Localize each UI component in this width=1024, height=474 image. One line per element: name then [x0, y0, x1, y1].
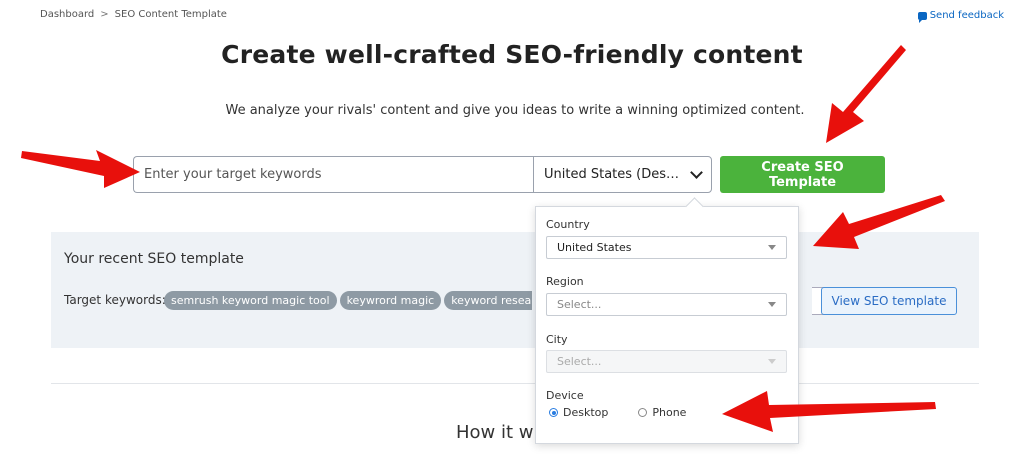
page-subtitle: We analyze your rivals' content and give…	[225, 103, 805, 118]
keyword-tag: keywrord magic	[339, 291, 442, 310]
country-dropdown-value: United States	[557, 241, 632, 254]
device-phone-label: Phone	[652, 406, 687, 419]
view-seo-template-button[interactable]: View SEO template	[821, 287, 957, 315]
keywords-input[interactable]	[133, 156, 533, 193]
city-dropdown-placeholder: Select...	[557, 355, 602, 368]
country-select-value: United States (Des…	[544, 167, 680, 182]
target-keywords-label: Target keywords:	[64, 293, 166, 307]
create-seo-template-button[interactable]: Create SEO Template	[720, 156, 885, 193]
device-desktop-label: Desktop	[563, 406, 609, 419]
section-divider	[51, 383, 979, 384]
recent-template-panel: Your recent SEO template Target keywords…	[51, 232, 979, 348]
keyword-tags: semrush keyword magic tool keywrord magi…	[164, 291, 533, 310]
city-label: City	[546, 333, 568, 346]
country-select[interactable]: United States (Des…	[533, 156, 712, 193]
country-label: Country	[546, 218, 590, 231]
page-title: Create well-crafted SEO-friendly content	[221, 40, 803, 69]
region-label: Region	[546, 275, 584, 288]
recent-template-title: Your recent SEO template	[64, 251, 244, 267]
chevron-down-icon	[690, 166, 703, 179]
radio-checked-icon	[549, 408, 558, 417]
caret-down-icon	[768, 302, 776, 307]
breadcrumb: Dashboard > SEO Content Template	[40, 9, 227, 20]
device-label: Device	[546, 389, 584, 402]
keyword-tag: semrush keyword magic tool	[164, 291, 337, 310]
region-dropdown-placeholder: Select...	[557, 298, 602, 311]
radio-unchecked-icon	[638, 408, 648, 417]
breadcrumb-current: SEO Content Template	[114, 9, 227, 20]
caret-down-icon	[768, 359, 776, 364]
device-radio-group: Desktop Phone	[549, 406, 686, 419]
device-phone-radio[interactable]: Phone	[638, 406, 686, 419]
caret-down-icon	[768, 245, 776, 250]
keyword-tag: keyword resea	[444, 291, 533, 310]
location-device-dropdown: Country United States Region Select... C…	[535, 206, 799, 444]
country-dropdown[interactable]: United States	[546, 236, 787, 259]
how-it-works-heading: How it w	[456, 422, 534, 443]
red-arrow-icon	[21, 150, 140, 188]
breadcrumb-dashboard[interactable]: Dashboard	[40, 9, 94, 20]
send-feedback-link[interactable]: Send feedback	[917, 10, 1004, 23]
breadcrumb-separator: >	[100, 9, 109, 20]
region-dropdown[interactable]: Select...	[546, 293, 787, 316]
chat-bubble-icon	[917, 11, 927, 23]
send-feedback-label: Send feedback	[929, 10, 1004, 21]
city-dropdown[interactable]: Select...	[546, 350, 787, 373]
device-desktop-radio[interactable]: Desktop	[549, 406, 608, 419]
search-row: United States (Des…	[133, 156, 712, 193]
